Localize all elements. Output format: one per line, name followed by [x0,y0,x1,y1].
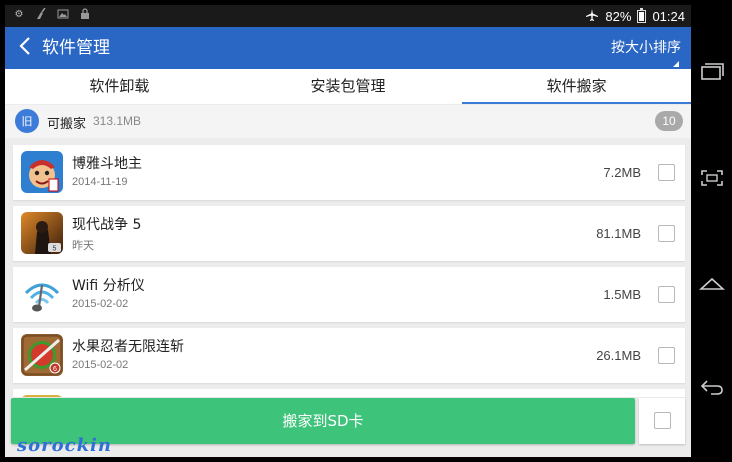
home-icon[interactable] [698,270,726,298]
app-list: 博雅斗地主 2014-11-19 7.2MB 5 现代战争 5 昨天 81.1M… [13,145,685,405]
movable-section-header: 旧 可搬家 313.1MB 10 [5,105,691,138]
app-size: 81.1MB [596,226,641,241]
broom-notification-icon [35,8,47,20]
recent-apps-icon[interactable] [698,58,726,86]
select-all-checkbox[interactable] [654,412,671,429]
section-count-badge: 10 [655,111,683,131]
wifi-analyzer-icon [21,273,63,315]
fruit-ninja-icon: 6 [21,334,63,376]
svg-text:5: 5 [53,246,57,253]
clock: 01:24 [652,9,685,24]
select-checkbox[interactable] [658,225,675,242]
list-item[interactable]: 5 现代战争 5 昨天 81.1MB [13,206,685,261]
section-label: 可搬家 [47,117,87,132]
dropdown-corner-icon [673,61,679,67]
app-name: 现代战争 5 [72,217,142,233]
tab-package-manager[interactable]: 安装包管理 [234,69,463,104]
airplane-mode-icon [585,8,599,25]
app-size: 26.1MB [596,348,641,363]
select-checkbox[interactable] [658,347,675,364]
battery-icon [637,8,647,23]
battery-level-fill [639,11,645,21]
watermark: sorockin [17,435,112,456]
system-status: 82% 01:24 [585,8,685,25]
app-name: 博雅斗地主 [72,156,142,172]
battery-percentage: 82% [605,9,632,24]
back-arrow-icon[interactable] [19,36,31,60]
app-name: 水果忍者无限连斩 [72,339,184,355]
app-size: 7.2MB [603,165,641,180]
svg-text:6: 6 [53,366,57,373]
shooter-game-icon: 5 [21,212,63,254]
app-date: 2015-02-02 [72,359,129,371]
select-checkbox[interactable] [658,286,675,303]
select-all-box[interactable] [639,398,685,444]
app-name: Wifi 分析仪 [72,278,145,294]
phone-screen: ⚙ 82% 01:24 软件管理 按大小排序 软件卸载 安装包管理 软件搬家 旧… [5,5,691,457]
tab-bar: 软件卸载 安装包管理 软件搬家 [5,69,691,104]
sort-label: 按大小排序 [611,40,681,56]
app-date: 昨天 [72,240,94,252]
app-date: 2014-11-19 [72,176,128,188]
section-total-size: 313.1MB [93,114,142,128]
system-nav-bar [692,0,732,462]
list-item[interactable]: 6 水果忍者无限连斩 2015-02-02 26.1MB [13,328,685,383]
settings-notification-icon: ⚙ [14,8,24,20]
app-date: 2015-02-02 [72,298,129,310]
movable-section-icon: 旧 [15,109,39,133]
select-checkbox[interactable] [658,164,675,181]
page-title: 软件管理 [42,38,110,58]
app-size: 1.5MB [603,287,641,302]
list-item[interactable]: Wifi 分析仪 2015-02-02 1.5MB [13,267,685,322]
app-bar: 软件管理 按大小排序 [5,27,691,69]
screen-capture-icon[interactable] [698,164,726,192]
image-notification-icon [57,8,69,20]
tab-app-move[interactable]: 软件搬家 [462,69,691,104]
lock-notification-icon [79,8,91,20]
sort-menu-button[interactable]: 按大小排序 [611,39,681,67]
notification-icons: ⚙ [13,8,91,20]
tab-uninstall[interactable]: 软件卸载 [5,69,234,104]
status-bar: ⚙ 82% 01:24 [5,5,691,27]
poker-game-icon [21,151,63,193]
back-nav-icon[interactable] [698,373,726,401]
list-item[interactable]: 博雅斗地主 2014-11-19 7.2MB [13,145,685,200]
